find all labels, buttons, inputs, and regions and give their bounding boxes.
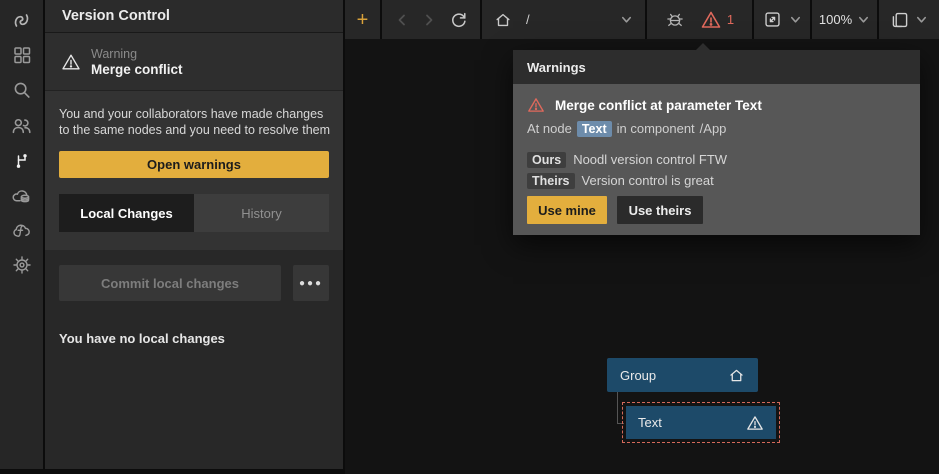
home-icon xyxy=(728,367,745,384)
conflict-component-path: /App xyxy=(700,121,727,136)
popup-pointer xyxy=(695,43,711,51)
conflict-description: You and your collaborators have made cha… xyxy=(59,107,335,138)
panel-title: Version Control xyxy=(45,0,343,33)
cloud-database-icon xyxy=(11,185,32,206)
group-node-label: Group xyxy=(620,368,656,383)
group-node[interactable]: Group xyxy=(607,358,758,392)
text-node-label: Text xyxy=(638,415,662,430)
chevron-right-icon xyxy=(422,13,436,27)
sidebar-item-cloud-services[interactable] xyxy=(11,184,33,206)
commit-local-changes-button[interactable]: Commit local changes xyxy=(59,265,281,301)
conflict-location-prefix: At node xyxy=(527,121,572,136)
warning-triangle-icon xyxy=(527,96,545,114)
theirs-chip: Theirs xyxy=(527,173,575,189)
tab-local-changes[interactable]: Local Changes xyxy=(59,194,194,232)
app-sidebar xyxy=(0,0,43,469)
open-warnings-button[interactable]: Open warnings xyxy=(59,151,329,178)
noodl-logo-icon xyxy=(11,10,32,31)
sidebar-item-settings[interactable] xyxy=(11,254,33,276)
zoom-level-dropdown[interactable]: 100% xyxy=(819,12,870,27)
ours-chip: Ours xyxy=(527,152,566,168)
chevron-down-icon xyxy=(857,13,870,26)
warnings-button[interactable]: 1 xyxy=(700,9,734,31)
version-control-panel: Version Control Warning Merge conflict Y… xyxy=(45,0,343,469)
sidebar-item-components[interactable] xyxy=(11,44,33,66)
chevron-down-icon xyxy=(915,13,928,26)
warning-triangle-icon xyxy=(700,9,722,31)
preview-toolbar: + xyxy=(345,0,939,39)
debug-inspector-button[interactable] xyxy=(665,10,685,30)
sidebar-item-collaborators[interactable] xyxy=(11,114,33,136)
plus-icon: + xyxy=(357,10,369,30)
warning-triangle-icon xyxy=(746,414,764,432)
open-preview-button[interactable] xyxy=(763,10,782,29)
text-node-selection-outline[interactable]: Text xyxy=(622,402,780,443)
preview-options-dropdown[interactable] xyxy=(789,13,802,26)
nav-back-button[interactable] xyxy=(395,13,409,27)
viewport-icon xyxy=(890,10,910,30)
refresh-button[interactable] xyxy=(449,10,468,29)
sidebar-item-version-control[interactable] xyxy=(11,149,33,171)
nav-forward-button[interactable] xyxy=(422,13,436,27)
tab-history[interactable]: History xyxy=(194,194,329,232)
expand-icon xyxy=(763,10,782,29)
use-mine-button[interactable]: Use mine xyxy=(527,196,607,224)
git-branch-icon xyxy=(12,150,32,170)
chevron-down-icon xyxy=(789,13,802,26)
warnings-popup: Warnings Merge conflict at parameter Tex… xyxy=(513,50,920,235)
warning-title: Merge conflict xyxy=(91,62,183,77)
sidebar-item-search[interactable] xyxy=(11,79,33,101)
local-changes-content: Commit local changes ●●● You have no loc… xyxy=(45,250,343,469)
component-path-dropdown[interactable]: / xyxy=(494,11,633,29)
cloud-function-icon xyxy=(11,220,32,241)
bug-icon xyxy=(665,10,685,30)
text-node[interactable]: Text xyxy=(626,406,776,439)
conflict-node-chip[interactable]: Text xyxy=(577,121,612,137)
sidebar-item-logo[interactable] xyxy=(11,9,33,31)
conflict-title: Merge conflict at parameter Text xyxy=(555,98,762,113)
conflict-location-middle: in component xyxy=(617,121,695,136)
use-theirs-button[interactable]: Use theirs xyxy=(617,196,703,224)
sidebar-item-cloud-functions[interactable] xyxy=(11,219,33,241)
add-node-button[interactable]: + xyxy=(357,10,369,30)
merge-conflict-banner: Warning Merge conflict xyxy=(45,33,343,91)
warning-triangle-icon xyxy=(61,52,81,72)
refresh-icon xyxy=(449,10,468,29)
component-path-label: / xyxy=(526,12,530,27)
chevron-left-icon xyxy=(395,13,409,27)
theirs-value: Version control is great xyxy=(582,173,714,188)
viewport-size-dropdown[interactable] xyxy=(890,10,928,30)
zoom-level-label: 100% xyxy=(819,12,852,27)
warning-label: Warning xyxy=(91,47,183,61)
ours-value: Noodl version control FTW xyxy=(573,152,727,167)
no-local-changes-message: You have no local changes xyxy=(59,331,329,346)
panel-tabs: Local Changes History xyxy=(59,194,329,232)
warning-count-badge: 1 xyxy=(727,12,734,27)
gear-icon xyxy=(12,255,32,275)
popup-title: Warnings xyxy=(513,50,920,84)
more-options-button[interactable]: ●●● xyxy=(293,265,329,301)
chevron-down-icon xyxy=(620,13,633,26)
grid-icon xyxy=(12,45,32,65)
home-icon xyxy=(494,11,512,29)
users-icon xyxy=(11,115,32,136)
search-icon xyxy=(12,80,32,100)
